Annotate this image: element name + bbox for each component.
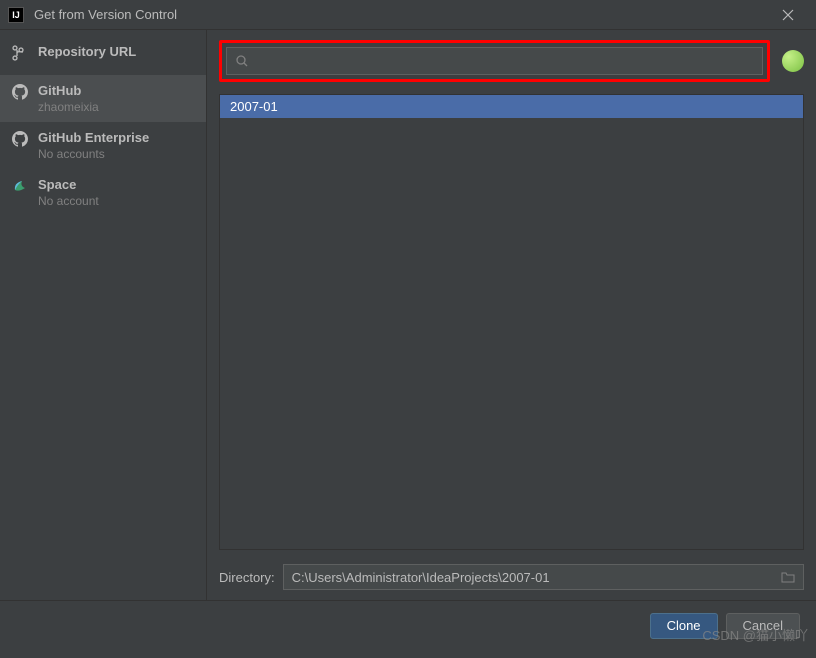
repo-item[interactable]: 2007-01: [220, 95, 803, 118]
sidebar-item-label: GitHub: [38, 83, 99, 98]
sidebar-item-space[interactable]: Space No account: [0, 169, 206, 216]
search-box[interactable]: [226, 47, 763, 75]
clone-button[interactable]: Clone: [650, 613, 718, 639]
app-icon: IJ: [8, 7, 24, 23]
avatar[interactable]: [782, 50, 804, 72]
close-button[interactable]: [768, 0, 808, 30]
sidebar-item-sub: No account: [38, 194, 99, 208]
sidebar-item-label: GitHub Enterprise: [38, 130, 149, 145]
github-icon: [12, 131, 28, 147]
directory-label: Directory:: [219, 570, 275, 585]
directory-value: C:\Users\Administrator\IdeaProjects\2007…: [292, 570, 781, 585]
folder-icon[interactable]: [781, 571, 795, 583]
sidebar-item-repository-url[interactable]: Repository URL: [0, 30, 206, 75]
sidebar-item-github-enterprise[interactable]: GitHub Enterprise No accounts: [0, 122, 206, 169]
footer: Clone Cancel CSDN @猫小懒吖: [0, 600, 816, 650]
content-panel: 2007-01 Directory: C:\Users\Administrato…: [207, 30, 816, 600]
sidebar-item-github[interactable]: GitHub zhaomeixia: [0, 75, 206, 122]
sidebar-item-label: Space: [38, 177, 99, 192]
sidebar: Repository URL GitHub zhaomeixia GitHub …: [0, 30, 207, 600]
repo-list[interactable]: 2007-01: [219, 94, 804, 550]
cancel-button[interactable]: Cancel: [726, 613, 800, 639]
search-icon: [235, 54, 249, 68]
search-input[interactable]: [255, 54, 754, 69]
github-icon: [12, 84, 28, 100]
search-highlight-annotation: [219, 40, 770, 82]
directory-input[interactable]: C:\Users\Administrator\IdeaProjects\2007…: [283, 564, 804, 590]
search-row: [219, 40, 804, 82]
window-title: Get from Version Control: [34, 7, 768, 22]
sidebar-item-sub: zhaomeixia: [38, 100, 99, 114]
titlebar: IJ Get from Version Control: [0, 0, 816, 30]
main-area: Repository URL GitHub zhaomeixia GitHub …: [0, 30, 816, 600]
sidebar-item-label: Repository URL: [38, 44, 136, 59]
space-icon: [12, 178, 28, 194]
branch-icon: [12, 45, 28, 61]
sidebar-item-sub: No accounts: [38, 147, 149, 161]
directory-row: Directory: C:\Users\Administrator\IdeaPr…: [219, 564, 804, 590]
close-icon: [782, 9, 794, 21]
